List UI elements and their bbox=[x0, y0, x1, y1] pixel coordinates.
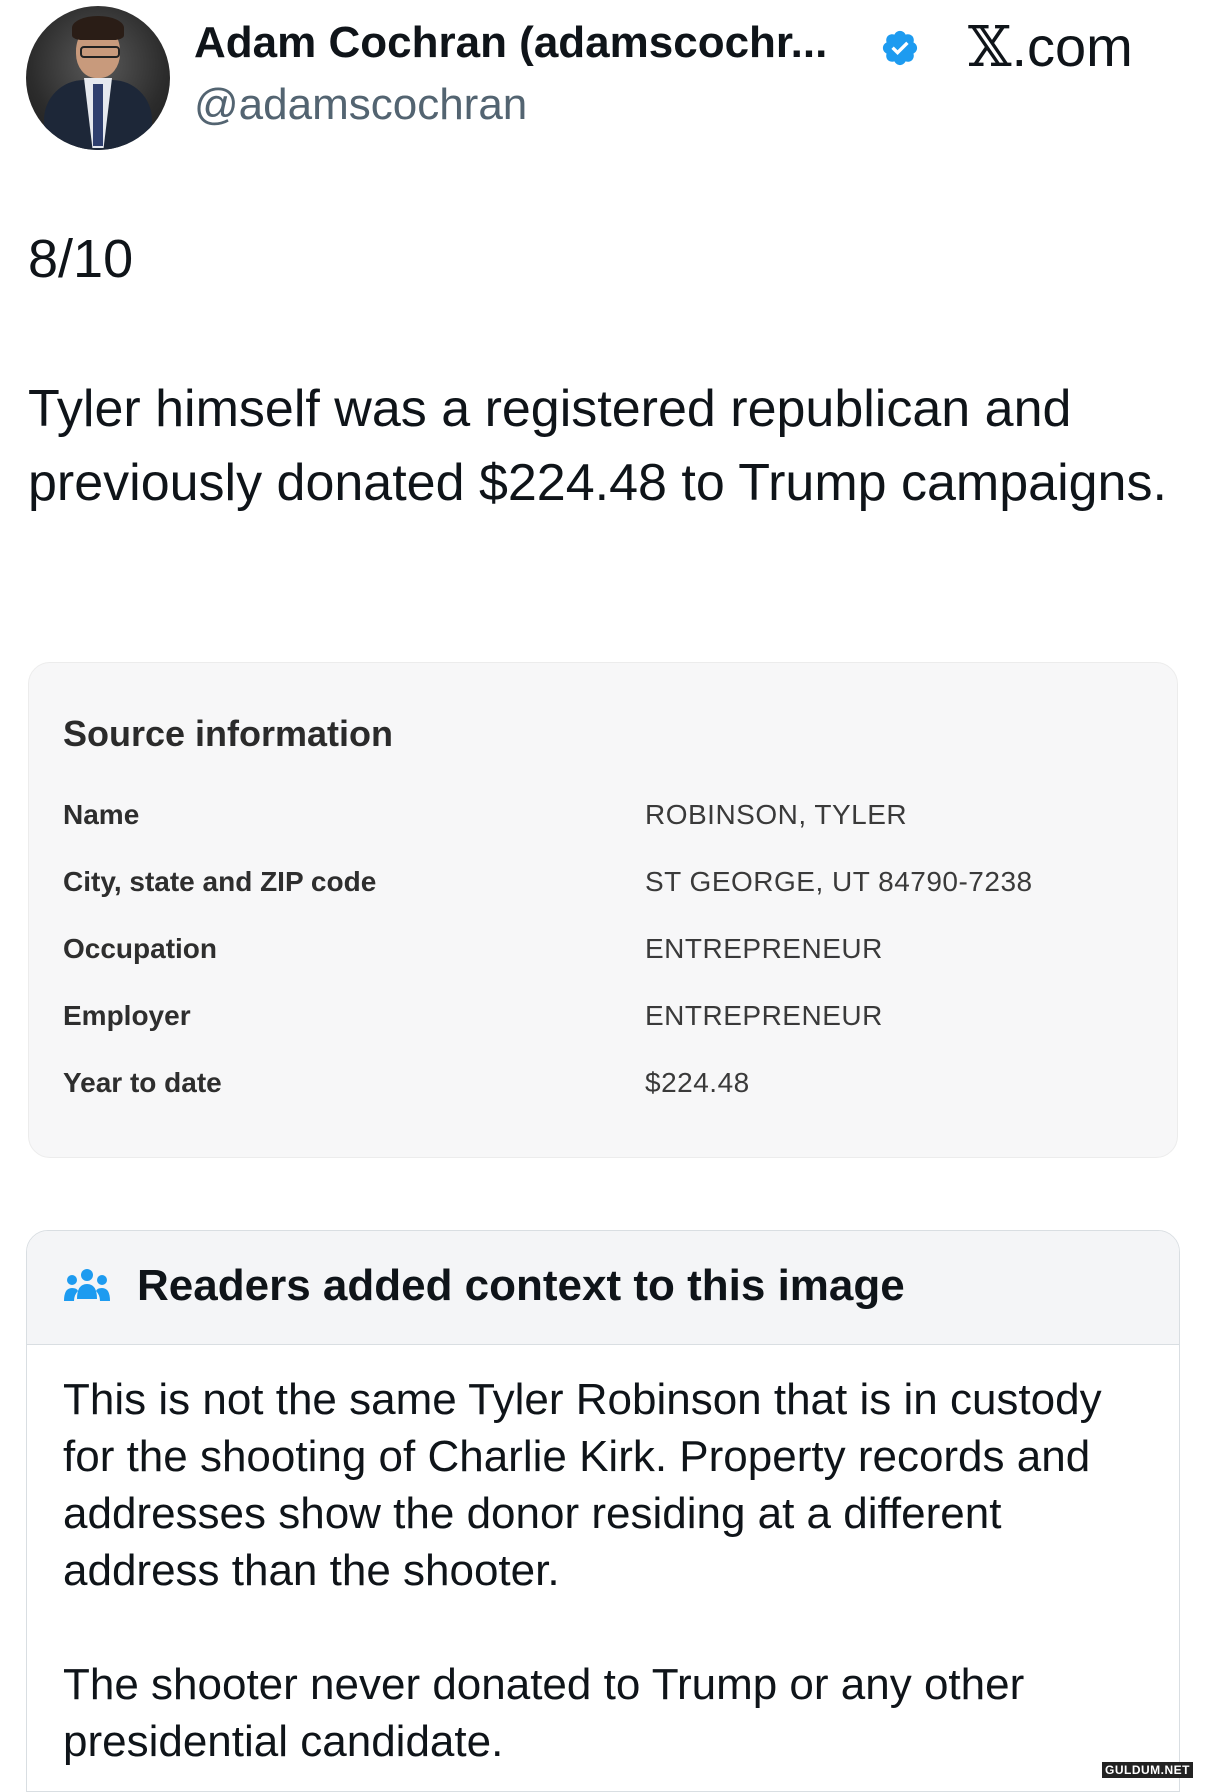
source-row-ytd: Year to date $224.48 bbox=[63, 1067, 1143, 1107]
row-value: ENTREPRENEUR bbox=[645, 933, 883, 964]
avatar[interactable] bbox=[26, 6, 170, 150]
watermark: GULDUM.NET bbox=[1102, 1762, 1193, 1778]
community-note-title: Readers added context to this image bbox=[137, 1261, 905, 1310]
avatar-hair bbox=[72, 16, 124, 40]
user-handle[interactable]: @adamscochran bbox=[194, 80, 527, 130]
row-label: Name bbox=[63, 799, 140, 830]
row-value: $224.48 bbox=[645, 1067, 750, 1098]
people-icon bbox=[64, 1269, 110, 1301]
tweet-header: Adam Cochran (adamscochr... @adamscochra… bbox=[0, 0, 1206, 160]
row-value: ROBINSON, TYLER bbox=[645, 799, 908, 830]
display-name[interactable]: Adam Cochran (adamscochr... bbox=[194, 18, 827, 68]
community-note-body: This is not the same Tyler Robinson that… bbox=[63, 1371, 1163, 1791]
source-title: Source information bbox=[63, 713, 394, 754]
row-value: ST GEORGE, UT 84790-7238 bbox=[645, 866, 1033, 897]
community-note[interactable]: Readers added context to this image This… bbox=[26, 1230, 1180, 1792]
community-note-header: Readers added context to this image bbox=[27, 1231, 1179, 1345]
site-logo: 𝕏.com bbox=[968, 14, 1133, 80]
avatar-tie bbox=[93, 84, 103, 146]
tweet-text: Tyler himself was a registered republica… bbox=[28, 380, 1167, 512]
source-info-image[interactable]: Source information Name ROBINSON, TYLER … bbox=[28, 662, 1178, 1158]
row-label: Occupation bbox=[63, 933, 218, 964]
source-row-occupation: Occupation ENTREPRENEUR bbox=[63, 933, 1143, 973]
source-row-name: Name ROBINSON, TYLER bbox=[63, 799, 1143, 839]
note-paragraph: This is not the same Tyler Robinson that… bbox=[63, 1375, 1102, 1595]
site-label: .com bbox=[1011, 15, 1133, 78]
thread-number: 8/10 bbox=[28, 229, 134, 289]
row-label: Year to date bbox=[63, 1067, 222, 1098]
note-paragraph: The shooter never donated to Trump or an… bbox=[63, 1660, 1025, 1766]
row-label: Employer bbox=[63, 1000, 191, 1031]
avatar-glasses bbox=[80, 46, 120, 58]
x-logo-icon: 𝕏 bbox=[968, 15, 1012, 80]
row-label: City, state and ZIP code bbox=[63, 866, 377, 897]
source-row-employer: Employer ENTREPRENEUR bbox=[63, 1000, 1143, 1040]
row-value: ENTREPRENEUR bbox=[645, 1000, 883, 1031]
source-row-city: City, state and ZIP code ST GEORGE, UT 8… bbox=[63, 866, 1143, 906]
verified-badge-icon bbox=[882, 30, 918, 66]
